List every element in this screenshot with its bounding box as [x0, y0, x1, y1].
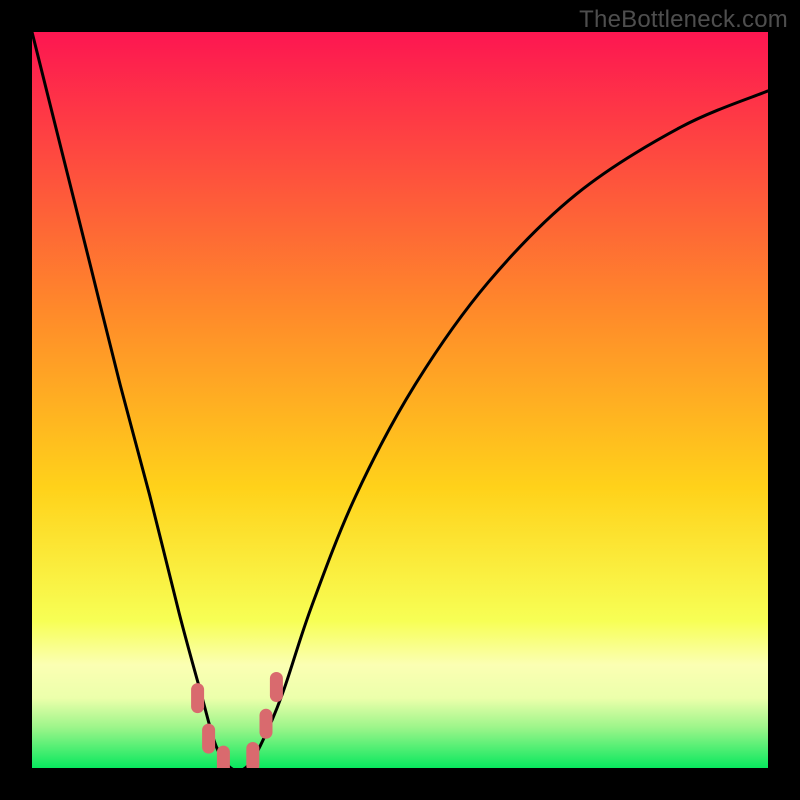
curve-marker	[217, 746, 230, 768]
curve-marker	[260, 709, 273, 739]
watermark-text: TheBottleneck.com	[579, 6, 788, 34]
bottleneck-chart	[32, 32, 768, 768]
curve-marker	[202, 724, 215, 754]
outer-frame: TheBottleneck.com	[0, 0, 800, 800]
curve-marker	[270, 672, 283, 702]
plot-area	[32, 32, 768, 768]
curve-marker	[191, 683, 204, 713]
gradient-background	[32, 32, 768, 768]
curve-marker	[246, 742, 259, 768]
